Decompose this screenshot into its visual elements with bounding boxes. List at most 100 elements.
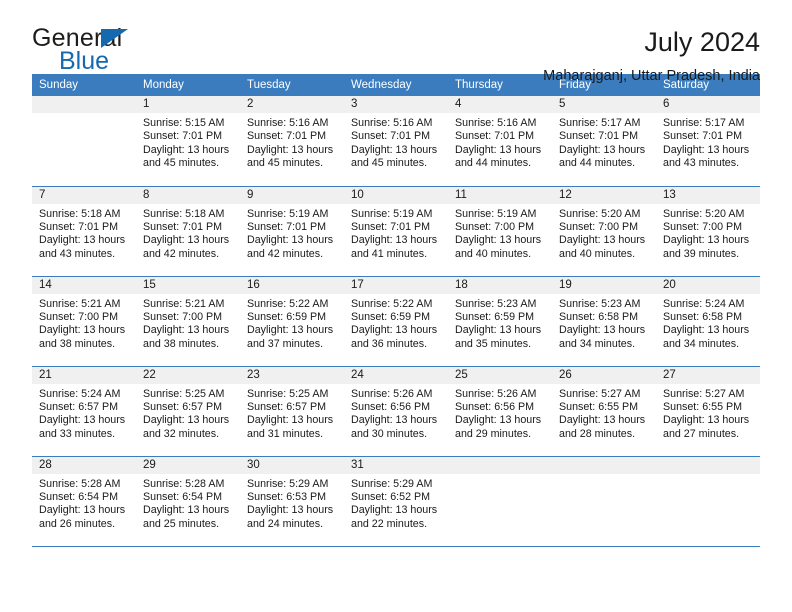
calendar-day-cell[interactable]: 11 Sunrise: 5:19 AM Sunset: 7:00 PM Dayligh…	[448, 186, 552, 276]
daylight-duration-line2: and 28 minutes.	[559, 427, 636, 440]
calendar-day-cell[interactable]: 23 Sunrise: 5:25 AM Sunset: 6:57 PM Dayligh…	[240, 366, 344, 456]
calendar-day-cell[interactable]: 24 Sunrise: 5:26 AM Sunset: 6:56 PM Dayligh…	[344, 366, 448, 456]
calendar-day-cell[interactable]: 28 Sunrise: 5:28 AM Sunset: 6:54 PM Dayligh…	[32, 456, 136, 546]
day-sun-info: Sunrise: 5:26 AM Sunset: 6:56 PM Daylight:…	[344, 384, 448, 442]
calendar-week-row: 7 Sunrise: 5:18 AM Sunset: 7:01 PM Daylight…	[32, 186, 760, 276]
day-sun-info: Sunrise: 5:25 AM Sunset: 6:57 PM Daylight:…	[240, 384, 344, 442]
calendar-day-cell[interactable]: 12 Sunrise: 5:20 AM Sunset: 7:00 PM Dayligh…	[552, 186, 656, 276]
daylight-duration-line2: and 42 minutes.	[247, 247, 324, 260]
day-number: 17	[344, 276, 448, 294]
daylight-duration-line2: and 41 minutes.	[351, 247, 428, 260]
day-sun-info: Sunrise: 5:23 AM Sunset: 6:59 PM Daylight:…	[448, 294, 552, 352]
sunrise-time: Sunrise: 5:28 AM	[39, 477, 121, 490]
daylight-duration-line2: and 37 minutes.	[247, 337, 324, 350]
calendar-day-cell[interactable]: 10 Sunrise: 5:19 AM Sunset: 7:01 PM Dayligh…	[344, 186, 448, 276]
day-sun-info: Sunrise: 5:27 AM Sunset: 6:55 PM Daylight:…	[656, 384, 760, 442]
sunrise-time: Sunrise: 5:29 AM	[247, 477, 329, 490]
general-blue-logo[interactable]: General Blue	[32, 26, 202, 78]
day-sun-info: Sunrise: 5:25 AM Sunset: 6:57 PM Daylight:…	[136, 384, 240, 442]
daylight-duration-line1: Daylight: 13 hours	[455, 234, 542, 247]
calendar-day-cell[interactable]: 25 Sunrise: 5:26 AM Sunset: 6:56 PM Dayligh…	[448, 366, 552, 456]
day-number: 19	[552, 276, 656, 294]
calendar-day-cell[interactable]: 19 Sunrise: 5:23 AM Sunset: 6:58 PM Dayligh…	[552, 276, 656, 366]
calendar-day-cell[interactable]: 2 Sunrise: 5:16 AM Sunset: 7:01 PM Daylight…	[240, 96, 344, 186]
sunset-time: Sunset: 6:57 PM	[39, 400, 119, 413]
day-sun-info: Sunrise: 5:16 AM Sunset: 7:01 PM Daylight:…	[344, 113, 448, 171]
calendar-day-cell[interactable]: 18 Sunrise: 5:23 AM Sunset: 6:59 PM Dayligh…	[448, 276, 552, 366]
daylight-duration-line1: Daylight: 13 hours	[247, 234, 334, 247]
day-number: 26	[552, 366, 656, 384]
calendar-day-cell[interactable]: 31 Sunrise: 5:29 AM Sunset: 6:52 PM Dayligh…	[344, 456, 448, 546]
day-number	[32, 96, 136, 113]
calendar-day-cell[interactable]: 6 Sunrise: 5:17 AM Sunset: 7:01 PM Daylight…	[656, 96, 760, 186]
calendar-day-cell[interactable]: 29 Sunrise: 5:28 AM Sunset: 6:54 PM Dayligh…	[136, 456, 240, 546]
daylight-duration-line1: Daylight: 13 hours	[39, 414, 126, 427]
daylight-duration-line1: Daylight: 13 hours	[455, 143, 542, 156]
day-number: 13	[656, 186, 760, 204]
sunset-time: Sunset: 7:00 PM	[455, 220, 535, 233]
daylight-duration-line1: Daylight: 13 hours	[143, 143, 230, 156]
day-sun-info: Sunrise: 5:19 AM Sunset: 7:00 PM Daylight:…	[448, 204, 552, 262]
calendar-day-cell[interactable]: 16 Sunrise: 5:22 AM Sunset: 6:59 PM Dayligh…	[240, 276, 344, 366]
calendar-empty-cell	[448, 456, 552, 546]
sunrise-time: Sunrise: 5:17 AM	[559, 117, 641, 129]
calendar-day-cell[interactable]: 20 Sunrise: 5:24 AM Sunset: 6:58 PM Dayligh…	[656, 276, 760, 366]
calendar-day-cell[interactable]: 7 Sunrise: 5:18 AM Sunset: 7:01 PM Daylight…	[32, 186, 136, 276]
day-number: 9	[240, 186, 344, 204]
daylight-duration-line1: Daylight: 13 hours	[351, 324, 438, 337]
sunset-time: Sunset: 7:01 PM	[247, 130, 327, 143]
day-sun-info: Sunrise: 5:15 AM Sunset: 7:01 PM Daylight:…	[136, 113, 240, 171]
daylight-duration-line1: Daylight: 13 hours	[143, 324, 230, 337]
calendar-day-cell[interactable]: 14 Sunrise: 5:21 AM Sunset: 7:00 PM Dayligh…	[32, 276, 136, 366]
daylight-duration-line2: and 35 minutes.	[455, 337, 532, 350]
calendar-day-cell[interactable]: 4 Sunrise: 5:16 AM Sunset: 7:01 PM Daylight…	[448, 96, 552, 186]
calendar-day-cell[interactable]: 21 Sunrise: 5:24 AM Sunset: 6:57 PM Dayligh…	[32, 366, 136, 456]
calendar-empty-cell	[32, 96, 136, 186]
sunset-time: Sunset: 7:01 PM	[143, 220, 223, 233]
sunrise-time: Sunrise: 5:24 AM	[663, 297, 745, 310]
day-number: 5	[552, 96, 656, 113]
sunrise-time: Sunrise: 5:26 AM	[455, 387, 537, 400]
day-sun-info: Sunrise: 5:20 AM Sunset: 7:00 PM Daylight:…	[552, 204, 656, 262]
daylight-duration-line1: Daylight: 13 hours	[559, 234, 646, 247]
calendar-day-cell[interactable]: 15 Sunrise: 5:21 AM Sunset: 7:00 PM Dayligh…	[136, 276, 240, 366]
calendar-day-cell[interactable]: 13 Sunrise: 5:20 AM Sunset: 7:00 PM Dayligh…	[656, 186, 760, 276]
calendar-day-cell[interactable]: 3 Sunrise: 5:16 AM Sunset: 7:01 PM Daylight…	[344, 96, 448, 186]
daylight-duration-line1: Daylight: 13 hours	[559, 143, 646, 156]
day-number: 2	[240, 96, 344, 113]
daylight-duration-line2: and 22 minutes.	[351, 517, 428, 530]
calendar-day-cell[interactable]: 30 Sunrise: 5:29 AM Sunset: 6:53 PM Dayligh…	[240, 456, 344, 546]
day-number	[448, 456, 552, 474]
day-sun-info: Sunrise: 5:18 AM Sunset: 7:01 PM Daylight:…	[32, 204, 136, 262]
day-sun-info: Sunrise: 5:28 AM Sunset: 6:54 PM Daylight:…	[136, 474, 240, 532]
daylight-duration-line1: Daylight: 13 hours	[663, 414, 750, 427]
sunrise-time: Sunrise: 5:19 AM	[247, 207, 329, 220]
calendar-day-cell[interactable]: 26 Sunrise: 5:27 AM Sunset: 6:55 PM Dayligh…	[552, 366, 656, 456]
calendar-week-row: 21 Sunrise: 5:24 AM Sunset: 6:57 PM Dayligh…	[32, 366, 760, 456]
daylight-duration-line1: Daylight: 13 hours	[455, 324, 542, 337]
calendar-day-cell[interactable]: 27 Sunrise: 5:27 AM Sunset: 6:55 PM Dayligh…	[656, 366, 760, 456]
calendar-day-cell[interactable]: 1 Sunrise: 5:15 AM Sunset: 7:01 PM Daylight…	[136, 96, 240, 186]
calendar-day-cell[interactable]: 8 Sunrise: 5:18 AM Sunset: 7:01 PM Daylight…	[136, 186, 240, 276]
day-number: 23	[240, 366, 344, 384]
daylight-duration-line1: Daylight: 13 hours	[39, 324, 126, 337]
sunset-time: Sunset: 6:58 PM	[559, 310, 639, 323]
day-sun-info: Sunrise: 5:19 AM Sunset: 7:01 PM Daylight:…	[344, 204, 448, 262]
sunset-time: Sunset: 6:55 PM	[663, 400, 743, 413]
sunrise-time: Sunrise: 5:17 AM	[663, 117, 745, 129]
daylight-duration-line1: Daylight: 13 hours	[143, 414, 230, 427]
calendar-day-cell[interactable]: 5 Sunrise: 5:17 AM Sunset: 7:01 PM Daylight…	[552, 96, 656, 186]
day-number: 21	[32, 366, 136, 384]
daylight-duration-line1: Daylight: 13 hours	[247, 143, 334, 156]
sunset-time: Sunset: 6:54 PM	[143, 490, 223, 503]
daylight-duration-line1: Daylight: 13 hours	[143, 504, 230, 517]
day-number: 22	[136, 366, 240, 384]
sunset-time: Sunset: 7:01 PM	[559, 130, 639, 143]
calendar-day-cell[interactable]: 9 Sunrise: 5:19 AM Sunset: 7:01 PM Daylight…	[240, 186, 344, 276]
sunrise-time: Sunrise: 5:26 AM	[351, 387, 433, 400]
calendar-day-cell[interactable]: 22 Sunrise: 5:25 AM Sunset: 6:57 PM Dayligh…	[136, 366, 240, 456]
sunset-time: Sunset: 6:54 PM	[39, 490, 119, 503]
day-number: 20	[656, 276, 760, 294]
calendar-day-cell[interactable]: 17 Sunrise: 5:22 AM Sunset: 6:59 PM Dayligh…	[344, 276, 448, 366]
page-title: July 2024	[644, 27, 760, 57]
